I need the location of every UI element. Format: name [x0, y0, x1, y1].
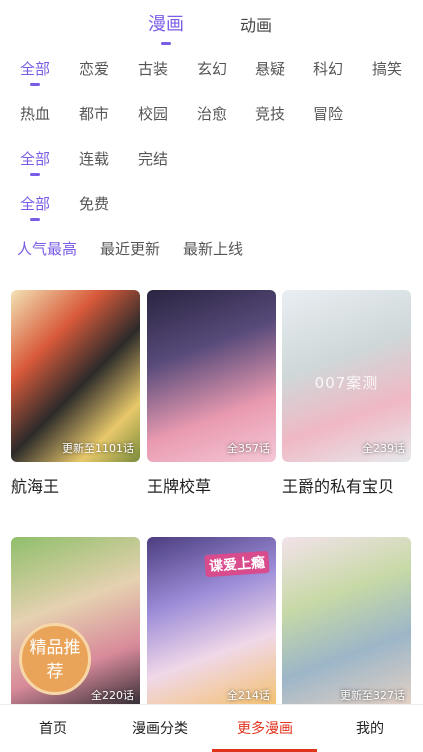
- sort-chip-newest[interactable]: 最新上线: [183, 238, 243, 259]
- nav-mine[interactable]: 我的: [356, 718, 384, 738]
- sort-chip-popular[interactable]: 人气最高: [17, 238, 77, 259]
- featured-badge: 精品推荐: [19, 623, 91, 695]
- genre-chip-sports[interactable]: 竞技: [255, 103, 285, 124]
- active-tab-indicator: [161, 42, 171, 45]
- comic-title: 航海王: [11, 477, 60, 496]
- comic-card[interactable]: 更新至327话: [282, 537, 411, 709]
- active-chip-indicator: [30, 83, 40, 86]
- comic-title: 王牌校草: [147, 477, 212, 496]
- genre-chip-urban[interactable]: 都市: [79, 103, 109, 124]
- comic-card[interactable]: 谍爱上瘾 全214话: [147, 537, 276, 709]
- genre-chip-all[interactable]: 全部: [20, 58, 50, 86]
- sort-chip-recently-updated[interactable]: 最近更新: [100, 238, 160, 259]
- genre-chip-action[interactable]: 热血: [20, 103, 50, 124]
- comic-card[interactable]: 全357话 王牌校草: [147, 290, 276, 497]
- genre-chip-costume[interactable]: 古装: [138, 58, 168, 79]
- sort-filter-row: 人气最高 最近更新 最新上线: [0, 238, 423, 268]
- tab-donghua-label: 动画: [240, 16, 273, 35]
- status-filter-row: 全部 连载 完结: [0, 148, 423, 178]
- comic-cover: 精品推荐 全220话: [11, 537, 140, 709]
- status-chip-completed[interactable]: 完结: [138, 148, 168, 169]
- price-chip-free[interactable]: 免费: [79, 193, 109, 214]
- genre-chip-mystery[interactable]: 悬疑: [255, 58, 285, 79]
- episode-count: 全239话: [362, 442, 405, 455]
- episode-count: 更新至327话: [340, 689, 405, 702]
- episode-count: 更新至1101话: [62, 442, 134, 455]
- nav-more-comics[interactable]: 更多漫画: [237, 718, 293, 738]
- genre-chip-adventure[interactable]: 冒险: [313, 103, 343, 124]
- status-chip-all[interactable]: 全部: [20, 148, 50, 176]
- tab-manhua-label: 漫画: [148, 14, 184, 35]
- active-chip-indicator: [30, 173, 40, 176]
- price-filter-row: 全部 免费: [0, 193, 423, 223]
- nav-home[interactable]: 首页: [39, 718, 67, 738]
- cover-logo: 谍爱上瘾: [204, 550, 270, 578]
- genre-chip-scifi[interactable]: 科幻: [313, 58, 343, 79]
- genre-chip-comedy[interactable]: 搞笑: [372, 58, 402, 79]
- cover-watermark: 007案测: [314, 374, 379, 392]
- genre-chip-healing[interactable]: 治愈: [197, 103, 227, 124]
- comic-cover: 谍爱上瘾 全214话: [147, 537, 276, 709]
- status-chip-ongoing[interactable]: 连载: [79, 148, 109, 169]
- comic-cover: 更新至1101话: [11, 290, 140, 462]
- tab-donghua[interactable]: 动画: [240, 12, 272, 36]
- comic-card[interactable]: 007案测 全239话 王爵的私有宝贝: [282, 290, 411, 497]
- episode-count: 全220话: [91, 689, 134, 702]
- active-chip-indicator: [30, 218, 40, 221]
- comic-cover: 007案测 全239话: [282, 290, 411, 462]
- genre-filter-row-1: 全部 恋爱 古装 玄幻 悬疑 科幻 搞笑: [0, 58, 423, 88]
- genre-chip-campus[interactable]: 校园: [138, 103, 168, 124]
- comic-cover: 更新至327话: [282, 537, 411, 709]
- bottom-nav: 首页 漫画分类 更多漫画 我的: [0, 704, 423, 752]
- episode-count: 全214话: [227, 689, 270, 702]
- nav-comic-categories[interactable]: 漫画分类: [132, 718, 188, 738]
- genre-chip-romance[interactable]: 恋爱: [79, 58, 109, 79]
- genre-chip-fantasy[interactable]: 玄幻: [197, 58, 227, 79]
- content-type-tabs: 漫画 动画: [0, 8, 423, 45]
- comic-card[interactable]: 精品推荐 全220话: [11, 537, 140, 709]
- tab-manhua[interactable]: 漫画: [148, 10, 184, 45]
- comic-cover: 全357话: [147, 290, 276, 462]
- genre-filter-row-2: 热血 都市 校园 治愈 竞技 冒险: [0, 103, 423, 133]
- price-chip-all[interactable]: 全部: [20, 193, 50, 221]
- episode-count: 全357话: [227, 442, 270, 455]
- comic-card[interactable]: 更新至1101话 航海王: [11, 290, 140, 497]
- comic-title: 王爵的私有宝贝: [282, 477, 395, 496]
